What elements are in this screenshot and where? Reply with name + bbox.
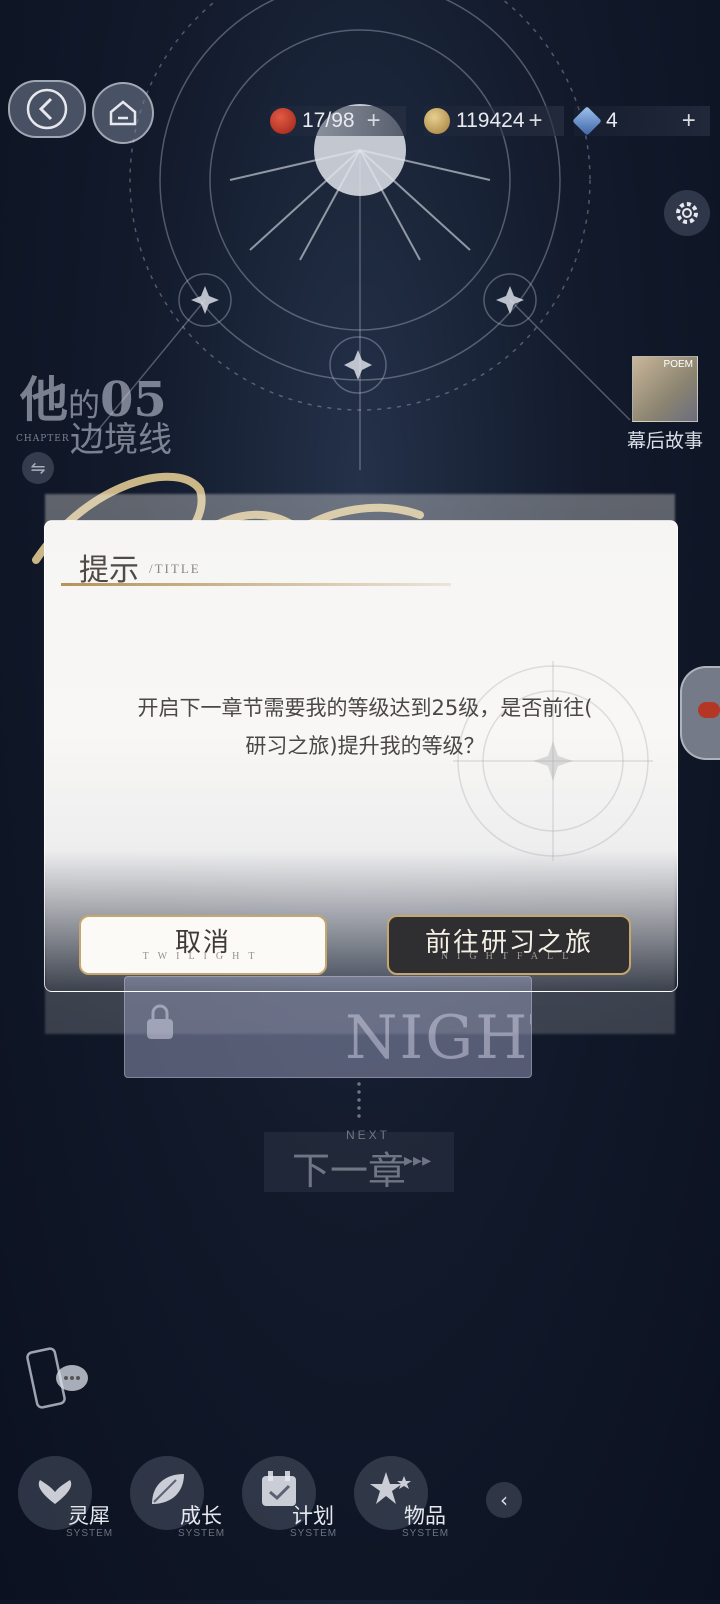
swap-button[interactable]: ⇋	[22, 452, 54, 484]
home-icon	[109, 100, 137, 126]
backstory-thumb-text: POEM	[663, 359, 693, 370]
backstory-button[interactable]: POEM 幕后故事	[616, 356, 714, 453]
gold-coin-icon	[424, 108, 450, 134]
stamina-value: 17/98	[302, 109, 355, 132]
gem-icon	[572, 106, 602, 136]
gear-icon	[676, 202, 698, 224]
dialog-message-line1: 开启下一章节需要我的等级达到25级，是否前往(	[137, 696, 593, 720]
nav-sublabel: SYSTEM	[178, 1528, 226, 1539]
nav-sublabel: SYSTEM	[402, 1528, 450, 1539]
nav-label: 计划	[292, 1504, 334, 1528]
phone-chat-icon	[26, 1347, 88, 1409]
chapter-tag: CHAPTER	[16, 434, 70, 444]
backstory-thumbnail: POEM	[632, 356, 698, 422]
swap-icon: ⇋	[30, 457, 46, 479]
gem-plus-button[interactable]: +	[682, 107, 696, 135]
settings-button[interactable]	[664, 190, 710, 236]
gem-value: 4	[606, 109, 618, 132]
nav-label: 成长	[180, 1504, 222, 1528]
chapter-title-line2: 边境线	[70, 420, 172, 460]
side-drawer-icon	[698, 702, 720, 718]
stamina-icon	[270, 108, 296, 134]
lock-icon	[147, 1004, 173, 1039]
nav-sublabel: SYSTEM	[66, 1528, 114, 1539]
gold-plus-button[interactable]: +	[529, 107, 543, 135]
side-drawer-button[interactable]	[680, 666, 720, 760]
cancel-button[interactable]: 取消 TWILIGHT	[79, 915, 327, 975]
cancel-sublabel: TWILIGHT	[142, 950, 264, 962]
dialog-subtitle: /TITLE	[149, 561, 201, 576]
gold-counter[interactable]: 119424 +	[424, 106, 564, 136]
prompt-dialog: 提示 /TITLE 开启下一章节需要我的等级达到25级，是否前往( 研习之旅)提…	[44, 520, 678, 992]
nav-label: 物品	[404, 1504, 446, 1528]
chevron-left-icon: ‹	[500, 1488, 508, 1512]
top-bar: 17/98 + 119424 + 4 +	[0, 78, 720, 150]
collapse-nav-button[interactable]: ‹	[486, 1482, 522, 1518]
nav-lingxi[interactable]: 灵犀 SYSTEM	[18, 1456, 128, 1539]
gold-value: 119424	[456, 109, 525, 132]
nav-sublabel: SYSTEM	[290, 1528, 338, 1539]
next-chapter-button[interactable]: NEXT 下一章 ▸▸▸	[264, 1128, 454, 1193]
night-stage-text: NIGHT	[345, 1003, 531, 1073]
confirm-sublabel: NIGHTFALL	[440, 950, 578, 962]
dialog-message-line2: 研习之旅)提升我的等级？	[245, 734, 485, 758]
dialog-message: 开启下一章节需要我的等级达到25级，是否前往( 研习之旅)提升我的等级？	[85, 689, 645, 765]
next-label-big: 下一章	[292, 1149, 407, 1193]
backstory-label: 幕后故事	[626, 430, 703, 452]
chapter-title-char1: 他	[20, 372, 69, 428]
phone-chat-button[interactable]	[26, 1344, 90, 1416]
nav-growth[interactable]: 成长 SYSTEM	[130, 1456, 240, 1539]
nav-label: 灵犀	[68, 1504, 110, 1528]
go-study-journey-button[interactable]: 前往研习之旅 NIGHTFALL	[387, 915, 631, 975]
title-underline	[61, 583, 451, 586]
next-arrows-icon: ▸▸▸	[404, 1150, 432, 1171]
gem-counter[interactable]: 4 +	[572, 106, 710, 136]
stamina-counter[interactable]: 17/98 +	[270, 106, 406, 136]
stamina-plus-button[interactable]: +	[367, 107, 381, 135]
path-dots	[357, 1080, 361, 1122]
home-button[interactable]	[92, 82, 154, 144]
back-icon	[26, 88, 68, 130]
chapter-title: 他的05 边境线 CHAPTER	[16, 360, 172, 460]
back-button[interactable]	[8, 80, 86, 138]
nav-plan[interactable]: 计划 SYSTEM	[242, 1456, 352, 1539]
nav-items[interactable]: 物品 SYSTEM	[354, 1456, 464, 1539]
